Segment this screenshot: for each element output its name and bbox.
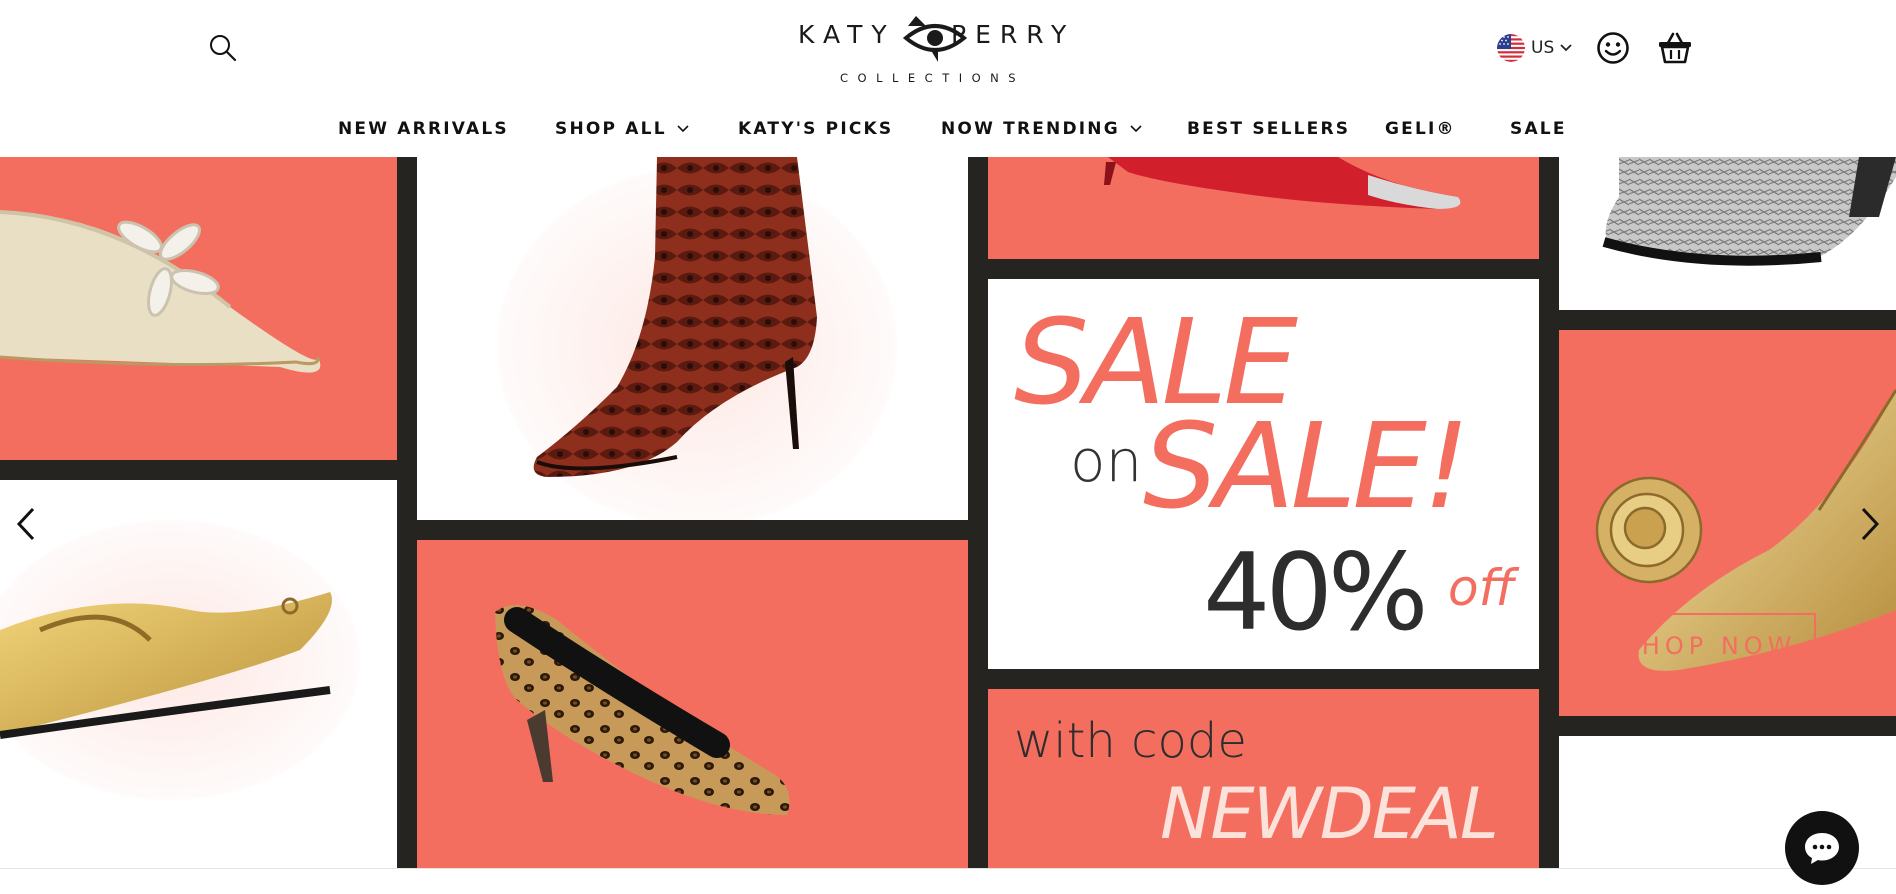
red-silver-toe-pump-image <box>1104 157 1461 209</box>
brand-logo[interactable]: KATY PERRY COLLECTIONS <box>790 10 1106 90</box>
nav-label: GELI® <box>1385 119 1456 139</box>
account-button[interactable] <box>1596 31 1630 65</box>
page-divider <box>0 868 1896 894</box>
chat-button[interactable] <box>1785 811 1859 885</box>
hero-banner[interactable]: SALE on SALE! 40% off with code NEWDEAL <box>0 157 1896 868</box>
promo-percent: 40% <box>1203 531 1429 654</box>
product-tile-gold-slingback[interactable] <box>0 480 397 868</box>
promo-sale-panel[interactable]: SALE on SALE! 40% off <box>988 279 1539 669</box>
nav-best-sellers[interactable]: BEST SELLERS <box>1187 119 1350 139</box>
shop-now-button[interactable]: SHOP NOW <box>1602 613 1816 679</box>
nav-sale[interactable]: SALE <box>1510 119 1567 139</box>
nav-katys-picks[interactable]: KATY'S PICKS <box>738 119 893 139</box>
nav-label: KATY'S PICKS <box>738 119 894 139</box>
nav-label: BEST SELLERS <box>1187 119 1351 139</box>
leopard-kitten-heel-image <box>495 605 790 815</box>
locale-code: US <box>1531 38 1555 58</box>
snakeskin-boot-image <box>497 157 897 520</box>
chevron-down-icon <box>1560 44 1572 52</box>
product-tile-leopard-heel[interactable] <box>417 540 968 868</box>
product-tile-red-pump[interactable] <box>988 157 1539 259</box>
nav-label: SALE <box>1510 119 1567 139</box>
chevron-down-icon <box>677 125 689 133</box>
product-tile-cream-flat[interactable] <box>0 157 397 460</box>
chevron-down-icon <box>1130 125 1142 133</box>
carousel-prev-button[interactable] <box>8 499 44 549</box>
gold-slingback-flat-image <box>0 520 360 800</box>
promo-off: off <box>1448 559 1515 617</box>
cart-button[interactable] <box>1657 31 1693 65</box>
search-button[interactable] <box>208 33 242 67</box>
logo-word-left: KATY <box>798 20 896 49</box>
promo-sale-exclaim: SALE! <box>1143 397 1470 535</box>
chevron-left-icon <box>16 507 35 541</box>
search-icon <box>210 35 237 62</box>
cream-flower-flat-image <box>0 210 321 373</box>
nav-label: SHOP ALL <box>555 119 667 139</box>
nav-geli[interactable]: GELI® <box>1385 119 1456 139</box>
promo-code: NEWDEAL <box>1160 773 1499 855</box>
logo-word-right: PERRY <box>951 20 1076 49</box>
site-header: KATY PERRY COLLECTIONS US NEW ARRIVALS S… <box>0 0 1896 157</box>
nav-shop-all[interactable]: SHOP ALL <box>555 119 689 139</box>
chat-bubble-icon <box>1805 833 1839 864</box>
silver-metallic-shoe-image <box>1602 157 1896 266</box>
promo-on-word: on <box>1070 427 1143 495</box>
product-tile-snakeskin-boot[interactable] <box>417 157 968 520</box>
chevron-right-icon <box>1861 507 1880 541</box>
nav-new-arrivals[interactable]: NEW ARRIVALS <box>338 119 509 139</box>
cart-basket-icon <box>1659 32 1691 64</box>
nav-now-trending[interactable]: NOW TRENDING <box>941 119 1142 139</box>
nav-label: NOW TRENDING <box>941 119 1120 139</box>
promo-code-panel[interactable]: with code NEWDEAL <box>988 689 1539 868</box>
main-nav: NEW ARRIVALS SHOP ALL KATY'S PICKS NOW T… <box>0 115 1896 145</box>
logo-subtitle: COLLECTIONS <box>840 71 1026 85</box>
locale-selector[interactable]: US <box>1497 33 1572 63</box>
account-smiley-icon <box>1597 32 1629 64</box>
nav-label: NEW ARRIVALS <box>338 119 509 139</box>
carousel-next-button[interactable] <box>1852 499 1888 549</box>
us-flag-icon <box>1497 34 1525 62</box>
promo-code-prefix: with code <box>1014 713 1247 769</box>
product-tile-silver-shoe[interactable] <box>1559 157 1896 310</box>
